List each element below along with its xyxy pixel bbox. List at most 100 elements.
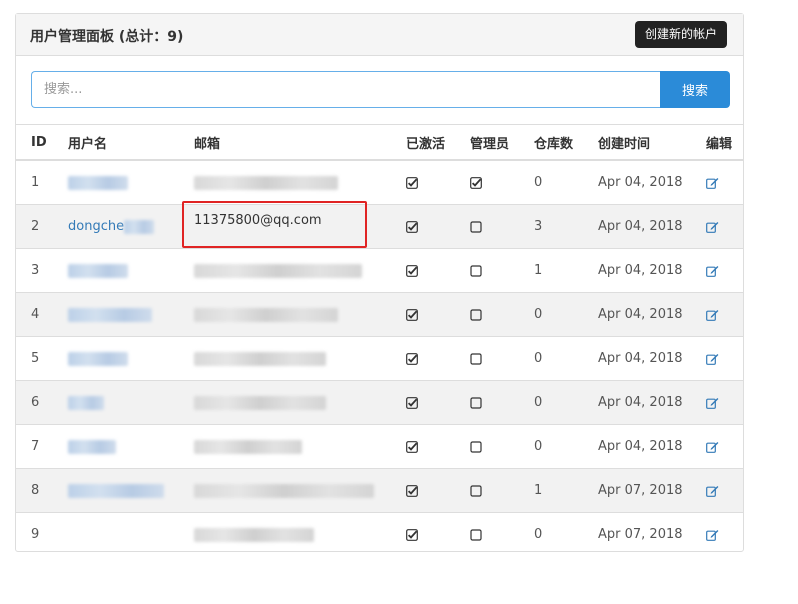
cell-email — [194, 336, 406, 381]
table-header-row: ID 用户名 邮箱 已激活 管理员 仓库数 创建时间 编辑 — [16, 124, 743, 161]
checked-checkbox-icon — [406, 440, 470, 453]
cell-username — [68, 380, 194, 425]
edit-icon[interactable] — [706, 529, 743, 541]
cell-repos: 0 — [534, 159, 598, 205]
column-header-created: 创建时间 — [598, 124, 706, 161]
redacted-username — [68, 307, 152, 322]
cell-edit — [706, 468, 743, 513]
cell-username — [68, 292, 194, 337]
redacted-username — [68, 395, 104, 410]
checked-checkbox-icon — [406, 308, 470, 321]
redacted-username — [124, 219, 155, 234]
cell-admin — [470, 512, 534, 556]
cell-admin — [470, 204, 534, 249]
edit-icon[interactable] — [706, 441, 743, 453]
search-bar: 搜索 — [31, 71, 730, 108]
cell-edit — [706, 159, 743, 205]
cell-email — [194, 468, 406, 513]
column-header-username: 用户名 — [68, 124, 194, 161]
cell-repos: 0 — [534, 292, 598, 337]
edit-icon[interactable] — [706, 265, 743, 277]
cell-repos: 0 — [534, 336, 598, 381]
checked-checkbox-icon — [406, 396, 470, 409]
cell-admin — [470, 424, 534, 469]
redacted-username — [68, 351, 128, 366]
cell-edit — [706, 512, 743, 556]
cell-repos: 1 — [534, 248, 598, 293]
cell-activated — [406, 336, 470, 381]
cell-edit — [706, 336, 743, 381]
column-header-repos: 仓库数 — [534, 124, 598, 161]
cell-username — [68, 424, 194, 469]
cell-created: Apr 04, 2018 — [598, 380, 706, 425]
redacted-username — [68, 175, 128, 190]
redacted-email — [194, 263, 362, 278]
column-header-edit: 编辑 — [706, 124, 743, 161]
cell-id: 1 — [16, 159, 68, 205]
cell-email — [194, 292, 406, 337]
cell-activated — [406, 248, 470, 293]
cell-id: 2 — [16, 204, 68, 249]
cell-created: Apr 04, 2018 — [598, 336, 706, 381]
unchecked-checkbox-icon — [470, 264, 534, 277]
cell-activated — [406, 292, 470, 337]
cell-created: Apr 07, 2018 — [598, 468, 706, 513]
cell-activated — [406, 204, 470, 249]
cell-created: Apr 07, 2018 — [598, 512, 706, 556]
edit-icon[interactable] — [706, 397, 743, 409]
cell-created: Apr 04, 2018 — [598, 248, 706, 293]
cell-id: 9 — [16, 512, 68, 556]
table-row: 7 0 Apr 04, 2018 — [16, 424, 743, 469]
table-row: 6 0 Apr 04, 2018 — [16, 380, 743, 425]
search-button[interactable]: 搜索 — [660, 71, 730, 108]
redacted-email — [194, 483, 374, 498]
cell-activated — [406, 468, 470, 513]
cell-username — [68, 336, 194, 381]
search-input[interactable] — [31, 71, 660, 108]
cell-email — [194, 380, 406, 425]
user-management-panel: 用户管理面板 (总计：9) 创建新的帐户 搜索 ID 用户名 邮箱 已激活 管理… — [15, 13, 744, 556]
highlighted-email: 1137580‌‌0@qq.com — [194, 213, 322, 228]
unchecked-checkbox-icon — [470, 396, 534, 409]
redacted-email — [194, 307, 338, 322]
checked-checkbox-icon — [470, 176, 534, 189]
cell-repos: 0 — [534, 380, 598, 425]
cell-admin — [470, 159, 534, 205]
cell-id: 8 — [16, 468, 68, 513]
edit-icon[interactable] — [706, 485, 743, 497]
edit-icon[interactable] — [706, 177, 743, 189]
table-row: 2 dongche 3 Apr 04, 2018 — [16, 204, 743, 249]
unchecked-checkbox-icon — [470, 528, 534, 541]
create-account-button[interactable]: 创建新的帐户 — [634, 21, 727, 48]
cell-activated — [406, 380, 470, 425]
cell-created: Apr 04, 2018 — [598, 292, 706, 337]
cell-username — [68, 512, 194, 556]
unchecked-checkbox-icon — [470, 308, 534, 321]
cell-edit — [706, 204, 743, 249]
edit-icon[interactable] — [706, 353, 743, 365]
cell-admin — [470, 380, 534, 425]
cell-repos: 1 — [534, 468, 598, 513]
column-header-activated: 已激活 — [406, 124, 470, 161]
edit-icon[interactable] — [706, 221, 743, 233]
panel-heading: 用户管理面板 (总计：9) 创建新的帐户 — [16, 14, 743, 56]
cell-id: 4 — [16, 292, 68, 337]
cell-admin — [470, 248, 534, 293]
edit-icon[interactable] — [706, 309, 743, 321]
cell-username — [68, 159, 194, 205]
cell-repos: 3 — [534, 204, 598, 249]
redacted-username — [68, 263, 128, 278]
cell-id: 5 — [16, 336, 68, 381]
users-table: ID 用户名 邮箱 已激活 管理员 仓库数 创建时间 编辑 1 0 Apr 04, … — [16, 124, 743, 556]
redacted-email — [194, 439, 302, 454]
cell-edit — [706, 380, 743, 425]
cell-email — [194, 424, 406, 469]
unchecked-checkbox-icon — [470, 440, 534, 453]
checked-checkbox-icon — [406, 352, 470, 365]
cell-activated — [406, 159, 470, 205]
checked-checkbox-icon — [406, 484, 470, 497]
panel-title: 用户管理面板 (总计：9) — [30, 29, 184, 45]
checked-checkbox-icon — [406, 264, 470, 277]
redacted-email — [194, 527, 314, 542]
username-link[interactable]: dongche — [68, 219, 124, 234]
